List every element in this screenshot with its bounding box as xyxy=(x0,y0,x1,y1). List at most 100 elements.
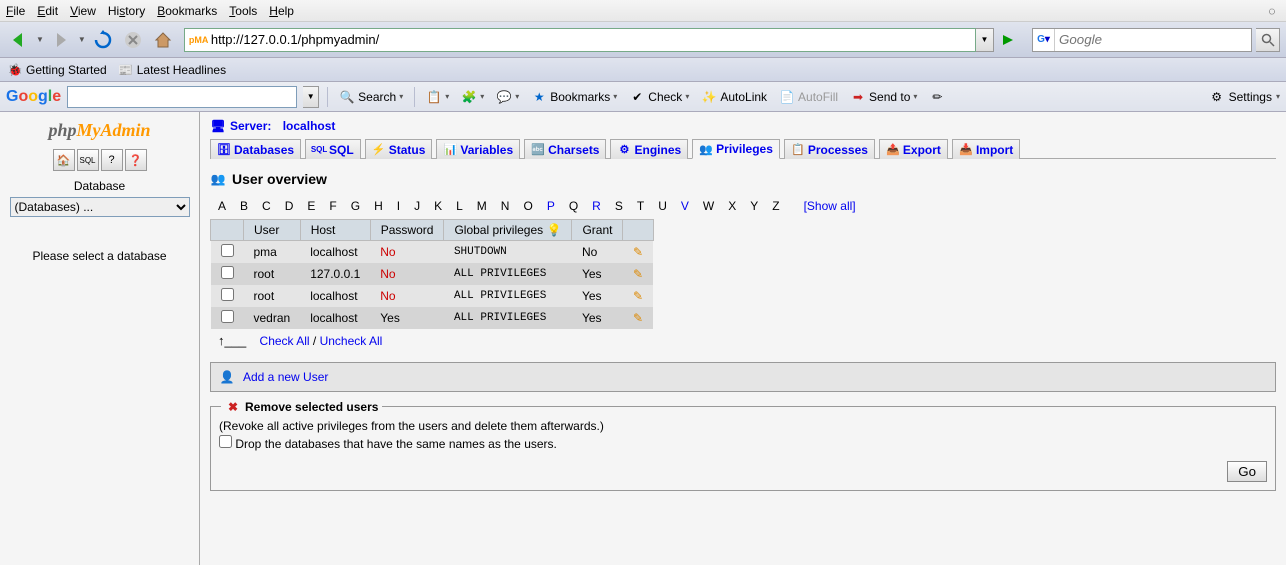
gbar-autolink-button[interactable]: ✨AutoLink xyxy=(698,89,770,105)
show-all-link[interactable]: [Show all] xyxy=(804,199,856,213)
menu-tools[interactable]: Tools xyxy=(229,4,257,18)
alpha-L: L xyxy=(456,199,463,213)
alpha-V[interactable]: V xyxy=(681,199,689,213)
gbar-chat-button[interactable]: 💬▾ xyxy=(493,89,522,105)
gbar-blocker-button[interactable]: 🧩▾ xyxy=(458,89,487,105)
favicon-icon: pMA xyxy=(189,32,205,48)
search-input[interactable] xyxy=(1055,32,1251,47)
form-icon: 📄 xyxy=(779,89,795,105)
alpha-R[interactable]: R xyxy=(592,199,601,213)
stop-button[interactable] xyxy=(120,27,146,53)
edit-user-button[interactable]: ✎ xyxy=(633,267,643,281)
export-icon: 📤 xyxy=(886,143,900,157)
arrow-icon: ↑___ xyxy=(218,333,246,348)
privileges-icon: 👥 xyxy=(699,142,713,156)
menu-help[interactable]: Help xyxy=(269,4,294,18)
drop-db-checkbox[interactable] xyxy=(219,435,232,448)
search-engine-icon[interactable]: G▾ xyxy=(1033,29,1055,51)
home-button[interactable] xyxy=(150,27,176,53)
cell-password: No xyxy=(370,241,444,264)
go-button[interactable] xyxy=(998,30,1018,50)
database-select[interactable]: (Databases) ... xyxy=(10,197,190,217)
gbar-settings-button[interactable]: ⚙Settings▾ xyxy=(1209,89,1280,105)
tab-import[interactable]: 📥Import xyxy=(952,139,1020,159)
menu-history[interactable]: History xyxy=(108,4,145,18)
alpha-K: K xyxy=(434,199,442,213)
breadcrumb: 🖥 Server: localhost xyxy=(210,118,1276,134)
alpha-P[interactable]: P xyxy=(547,199,555,213)
row-checkbox[interactable] xyxy=(221,288,234,301)
menu-view[interactable]: View xyxy=(70,4,96,18)
add-user-link[interactable]: Add a new User xyxy=(243,370,328,384)
server-link[interactable]: localhost xyxy=(283,119,336,133)
back-dropdown[interactable]: ▼ xyxy=(36,35,44,44)
menu-bookmarks[interactable]: Bookmarks xyxy=(157,4,217,18)
bookmark-label: Getting Started xyxy=(26,63,107,77)
gbar-check-button[interactable]: ✔Check▾ xyxy=(626,89,692,105)
bookmark-toolbar: 🐞 Getting Started 📰 Latest Headlines xyxy=(0,58,1286,82)
gbar-search-button[interactable]: 🔍Search▾ xyxy=(336,89,406,105)
info-icon: 💡 xyxy=(547,223,562,237)
row-checkbox[interactable] xyxy=(221,244,234,257)
alpha-Q: Q xyxy=(569,199,578,213)
google-search-dropdown[interactable]: ▼ xyxy=(303,86,319,108)
tab-databases[interactable]: 🗄Databases xyxy=(210,139,301,159)
pma-docs-button[interactable]: ? xyxy=(101,149,123,171)
alpha-S: S xyxy=(615,199,623,213)
tab-engines[interactable]: ⚙Engines xyxy=(610,139,688,159)
tab-export[interactable]: 📤Export xyxy=(879,139,948,159)
alpha-X: X xyxy=(728,199,736,213)
gbar-autofill-button[interactable]: 📄AutoFill xyxy=(776,89,841,105)
pma-query-button[interactable]: ❓ xyxy=(125,149,147,171)
search-go-button[interactable] xyxy=(1256,28,1280,52)
url-dropdown[interactable]: ▼ xyxy=(976,28,994,52)
url-input[interactable] xyxy=(211,32,971,47)
tab-charsets[interactable]: 🔤Charsets xyxy=(524,139,606,159)
gbar-bookmarks-button[interactable]: ★Bookmarks▾ xyxy=(528,89,620,105)
pma-main: 🖥 Server: localhost 🗄Databases SQLSQL ⚡S… xyxy=(200,112,1286,565)
tab-sql[interactable]: SQLSQL xyxy=(305,139,361,159)
check-all-link[interactable]: Check All xyxy=(260,334,310,348)
back-button[interactable] xyxy=(6,27,32,53)
row-checkbox[interactable] xyxy=(221,266,234,279)
forward-button[interactable] xyxy=(48,27,74,53)
bookmark-getting-started[interactable]: 🐞 Getting Started xyxy=(8,63,107,77)
alpha-M: M xyxy=(477,199,487,213)
menu-edit[interactable]: Edit xyxy=(37,4,58,18)
cell-user: root xyxy=(244,263,301,285)
gbar-highlight-button[interactable]: ✏ xyxy=(926,89,948,105)
pma-sql-button[interactable]: SQL xyxy=(77,149,99,171)
pma-home-button[interactable]: 🏠 xyxy=(53,149,75,171)
google-search-input[interactable] xyxy=(67,86,297,108)
tab-privileges[interactable]: 👥Privileges xyxy=(692,139,780,159)
alpha-C: C xyxy=(262,199,271,213)
menu-file[interactable]: File xyxy=(6,4,25,18)
gbar-news-button[interactable]: 📋▾ xyxy=(423,89,452,105)
wand-icon: ✨ xyxy=(701,89,717,105)
tab-variables[interactable]: 📊Variables xyxy=(436,139,520,159)
google-logo: Google xyxy=(6,88,61,106)
edit-user-button[interactable]: ✎ xyxy=(633,311,643,325)
url-bar[interactable]: pMA xyxy=(184,28,976,52)
alpha-filter: ABCDEFGHIJKLMNOPQRSTUVWXYZ[Show all] xyxy=(218,199,1276,213)
tab-processes[interactable]: 📋Processes xyxy=(784,139,875,159)
alpha-W: W xyxy=(703,199,714,213)
cell-user: vedran xyxy=(244,307,301,329)
cell-host: 127.0.0.1 xyxy=(300,263,370,285)
edit-user-button[interactable]: ✎ xyxy=(633,245,643,259)
import-icon: 📥 xyxy=(959,143,973,157)
edit-user-button[interactable]: ✎ xyxy=(633,289,643,303)
cell-user: pma xyxy=(244,241,301,264)
forward-dropdown[interactable]: ▼ xyxy=(78,35,86,44)
alpha-F: F xyxy=(329,199,336,213)
reload-button[interactable] xyxy=(90,27,116,53)
col-host: Host xyxy=(300,220,370,241)
db-hint: Please select a database xyxy=(4,249,195,263)
go-button[interactable]: Go xyxy=(1227,461,1267,482)
gbar-sendto-button[interactable]: ➡Send to▾ xyxy=(847,89,920,105)
row-checkbox[interactable] xyxy=(221,310,234,323)
bookmark-latest-headlines[interactable]: 📰 Latest Headlines xyxy=(119,63,226,77)
uncheck-all-link[interactable]: Uncheck All xyxy=(320,334,383,348)
search-bar[interactable]: G▾ xyxy=(1032,28,1252,52)
tab-status[interactable]: ⚡Status xyxy=(365,139,433,159)
